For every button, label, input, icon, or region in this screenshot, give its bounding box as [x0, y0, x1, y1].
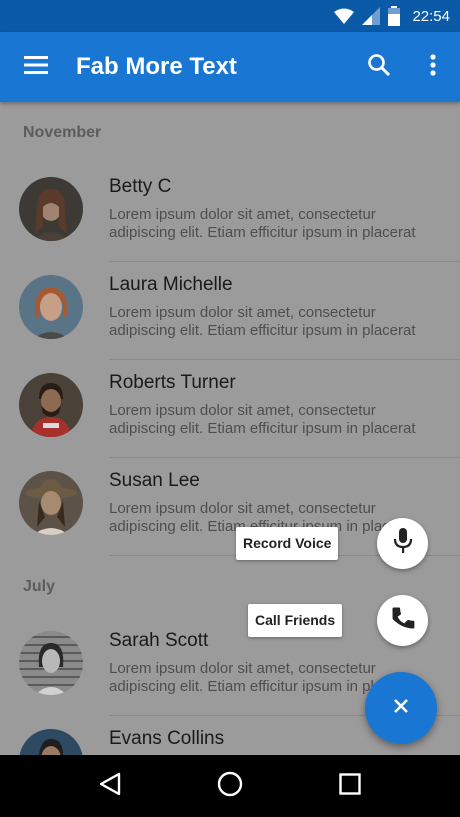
app-title: Fab More Text: [76, 53, 237, 80]
back-triangle-icon: [99, 772, 121, 801]
hamburger-menu-icon: [24, 55, 48, 79]
avatar: [19, 631, 83, 695]
close-icon: [392, 697, 410, 720]
record-voice-button[interactable]: [377, 518, 428, 569]
contact-name: Sarah Scott: [109, 630, 209, 651]
phone-icon: [391, 606, 415, 635]
app-bar: Fab More Text: [0, 32, 460, 102]
contact-name: Betty C: [109, 176, 172, 197]
avatar: [19, 275, 83, 339]
status-bar: 22:54: [0, 0, 460, 32]
status-time: 22:54: [412, 7, 450, 25]
section-header-november: November: [23, 124, 102, 141]
contact-snippet: Lorem ipsum dolor sit amet, consectetur …: [109, 304, 416, 339]
contact-name: Susan Lee: [109, 470, 200, 491]
cell-signal-icon: [362, 7, 381, 25]
list-item[interactable]: Laura Michelle Lorem ipsum dolor sit ame…: [0, 262, 460, 360]
more-vert-icon: [430, 53, 436, 81]
home-button[interactable]: [200, 755, 260, 817]
list-item[interactable]: Roberts Turner Lorem ipsum dolor sit ame…: [0, 360, 460, 458]
search-icon: [367, 53, 391, 82]
avatar: [19, 729, 83, 755]
recents-square-icon: [339, 772, 361, 800]
mic-icon: [393, 528, 413, 559]
contact-name: Evans Collins: [109, 728, 225, 749]
close-fab-button[interactable]: [365, 672, 437, 744]
avatar: [19, 373, 83, 437]
home-circle-icon: [217, 771, 243, 802]
battery-icon: [388, 6, 401, 26]
call-friends-label[interactable]: Call Friends: [248, 604, 343, 637]
avatar: [19, 177, 83, 241]
call-friends-button[interactable]: [377, 595, 428, 646]
menu-button[interactable]: [0, 32, 72, 102]
contact-list[interactable]: November Betty C Lorem ipsum dolor sit a…: [0, 102, 460, 755]
record-voice-label[interactable]: Record Voice: [236, 527, 339, 560]
contact-snippet: Lorem ipsum dolor sit amet, consectetur …: [109, 402, 416, 437]
avatar: [19, 471, 83, 535]
list-item[interactable]: Betty C Lorem ipsum dolor sit amet, cons…: [0, 164, 460, 262]
contact-snippet: Lorem ipsum dolor sit amet, consectetur …: [109, 206, 416, 241]
search-button[interactable]: [352, 32, 406, 102]
back-button[interactable]: [80, 755, 140, 817]
wifi-icon: [334, 8, 355, 24]
recents-button[interactable]: [320, 755, 380, 817]
overflow-menu-button[interactable]: [406, 32, 460, 102]
contact-name: Laura Michelle: [109, 274, 233, 295]
contact-name: Roberts Turner: [109, 372, 236, 393]
navigation-bar: [0, 755, 460, 817]
